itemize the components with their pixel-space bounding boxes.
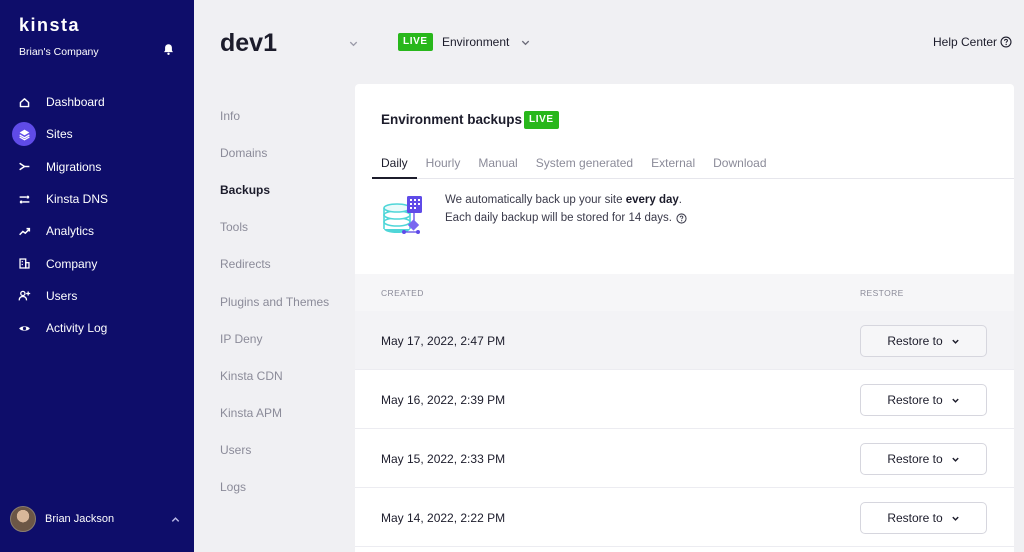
chevron-down-icon[interactable] <box>348 38 359 49</box>
restore-to-button[interactable]: Restore to <box>860 502 987 534</box>
backup-retention-text: Each daily backup will be stored for 14 … <box>445 212 687 224</box>
company-switcher[interactable]: Brian's Company <box>19 46 99 58</box>
live-badge: LIVE <box>398 33 433 51</box>
chevron-down-icon <box>951 457 959 462</box>
subnav-item-tools[interactable]: Tools <box>220 209 329 246</box>
sidebar-item-label: Analytics <box>46 224 95 239</box>
avatar[interactable] <box>10 506 36 532</box>
sidebar-item-label: Users <box>46 288 78 303</box>
column-created: CREATED <box>381 288 424 298</box>
subnav-item-logs[interactable]: Logs <box>220 469 329 506</box>
migrations-icon <box>12 155 36 179</box>
chevron-down-icon <box>951 398 959 403</box>
question-icon[interactable] <box>676 212 687 224</box>
environment-selector[interactable]: Environment <box>442 35 509 49</box>
subnav-item-kinsta-apm[interactable]: Kinsta APM <box>220 395 329 432</box>
dns-icon <box>12 187 36 211</box>
backup-tabs: Daily Hourly Manual System generated Ext… <box>372 151 1014 179</box>
main-nav: Dashboard Sites Migrations Kinsta DNS An… <box>0 86 194 344</box>
restore-to-button[interactable]: Restore to <box>860 325 987 357</box>
table-row: May 14, 2022, 2:22 PM Restore to <box>355 488 1014 547</box>
sidebar-item-label: Activity Log <box>46 321 108 336</box>
restore-to-button[interactable]: Restore to <box>860 443 987 475</box>
backups-panel: Environment backups LIVE Daily Hourly Ma… <box>355 84 1014 552</box>
chevron-down-icon <box>951 516 959 521</box>
home-icon <box>12 90 36 114</box>
subnav-item-ip-deny[interactable]: IP Deny <box>220 320 329 357</box>
backup-created-date: May 14, 2022, 2:22 PM <box>381 511 506 525</box>
sidebar-item-activity-log[interactable]: Activity Log <box>0 312 194 344</box>
backup-frequency-emphasis: every day <box>625 194 679 206</box>
backup-created-date: May 15, 2022, 2:33 PM <box>381 452 506 466</box>
trend-icon <box>12 219 36 243</box>
panel-title: Environment backups <box>381 112 523 127</box>
backup-created-date: May 17, 2022, 2:47 PM <box>381 334 506 348</box>
user-menu[interactable]: Brian Jackson <box>0 503 194 535</box>
sidebar: kinsta Brian's Company Dashboard Sites M… <box>0 0 194 552</box>
help-center-link[interactable]: Help Center <box>933 35 1012 49</box>
sidebar-item-label: Kinsta DNS <box>46 192 109 207</box>
backup-created-date: May 16, 2022, 2:39 PM <box>381 393 506 407</box>
subnav-item-plugins-and-themes[interactable]: Plugins and Themes <box>220 283 329 320</box>
site-title: dev1 <box>220 29 277 57</box>
sidebar-item-users[interactable]: Users <box>0 280 194 312</box>
help-center-label: Help Center <box>933 35 998 49</box>
subnav-item-kinsta-cdn[interactable]: Kinsta CDN <box>220 357 329 394</box>
user-name: Brian Jackson <box>45 513 115 525</box>
question-icon <box>1000 36 1012 48</box>
subnav-item-users[interactable]: Users <box>220 432 329 469</box>
live-badge: LIVE <box>524 111 559 129</box>
tab-download[interactable]: Download <box>704 151 775 179</box>
chevron-down-icon <box>951 339 959 344</box>
subnav-item-backups[interactable]: Backups <box>220 171 329 208</box>
kinsta-logo[interactable]: kinsta <box>19 15 80 36</box>
chevron-down-icon[interactable] <box>520 37 531 48</box>
sidebar-item-label: Sites <box>46 127 73 142</box>
subnav-item-info[interactable]: Info <box>220 97 329 134</box>
backups-table-header: CREATED RESTORE <box>355 274 1014 311</box>
tab-hourly[interactable]: Hourly <box>417 151 470 179</box>
sidebar-item-label: Dashboard <box>46 95 105 110</box>
bell-icon[interactable] <box>162 43 175 56</box>
add-user-icon <box>12 284 36 308</box>
subnav-item-domains[interactable]: Domains <box>220 134 329 171</box>
building-icon <box>12 252 36 276</box>
database-backup-icon <box>383 196 422 234</box>
table-row: May 15, 2022, 2:33 PM Restore to <box>355 429 1014 488</box>
tab-external[interactable]: External <box>642 151 704 179</box>
chevron-up-icon[interactable] <box>170 514 181 525</box>
tab-system-generated[interactable]: System generated <box>527 151 642 179</box>
sidebar-item-dashboard[interactable]: Dashboard <box>0 86 194 118</box>
table-row: May 17, 2022, 2:47 PM Restore to <box>355 311 1014 370</box>
sidebar-item-company[interactable]: Company <box>0 247 194 279</box>
table-row: May 16, 2022, 2:39 PM Restore to <box>355 370 1014 429</box>
layers-icon <box>12 122 36 147</box>
sidebar-item-label: Company <box>46 256 98 271</box>
backup-frequency-text: We automatically back up your site every… <box>445 194 682 206</box>
sidebar-item-analytics[interactable]: Analytics <box>0 215 194 247</box>
subnav-item-redirects[interactable]: Redirects <box>220 246 329 283</box>
sidebar-item-label: Migrations <box>46 159 102 174</box>
column-restore: RESTORE <box>860 288 904 298</box>
tab-daily[interactable]: Daily <box>372 151 417 179</box>
tab-manual[interactable]: Manual <box>469 151 526 179</box>
site-subnav: Info Domains Backups Tools Redirects Plu… <box>220 97 329 506</box>
sidebar-item-sites[interactable]: Sites <box>0 118 194 150</box>
eye-icon <box>12 316 36 340</box>
restore-to-button[interactable]: Restore to <box>860 384 987 416</box>
sidebar-item-migrations[interactable]: Migrations <box>0 151 194 183</box>
sidebar-item-kinsta-dns[interactable]: Kinsta DNS <box>0 183 194 215</box>
